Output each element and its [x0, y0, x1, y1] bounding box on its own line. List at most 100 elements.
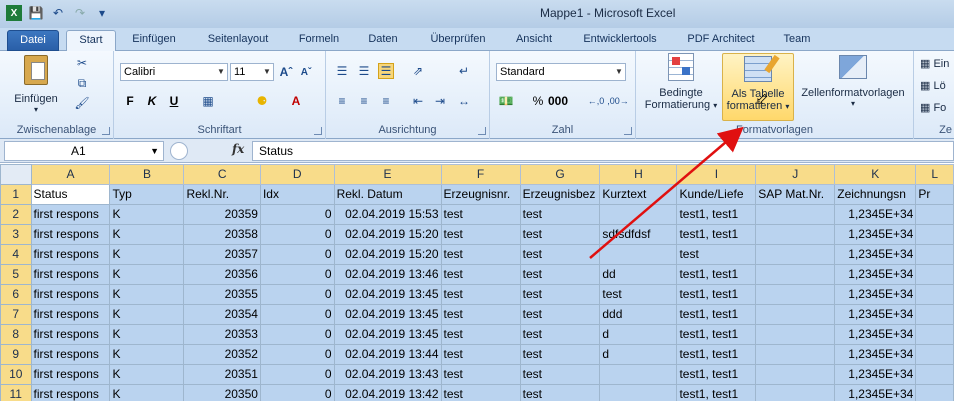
- cell[interactable]: test: [519, 244, 601, 265]
- cell[interactable]: test: [519, 384, 601, 401]
- underline-icon[interactable]: U: [166, 93, 182, 109]
- cell[interactable]: 0: [259, 304, 335, 325]
- cell[interactable]: K: [109, 364, 185, 385]
- column-header-g[interactable]: G: [519, 164, 601, 185]
- align-middle-icon[interactable]: ☰: [356, 63, 372, 79]
- cell[interactable]: [755, 224, 836, 245]
- cell[interactable]: sdfsdfdsf: [599, 224, 678, 245]
- cell[interactable]: 02.04.2019 13:42: [333, 384, 442, 401]
- cell[interactable]: [755, 244, 836, 265]
- cell[interactable]: test: [599, 284, 678, 305]
- tab-ueberpruefen[interactable]: Überprüfen: [418, 30, 498, 51]
- cell[interactable]: first respons: [30, 304, 111, 325]
- cell[interactable]: 1,2345E+34: [834, 244, 917, 265]
- align-right-icon[interactable]: ≡: [378, 93, 394, 109]
- insert-function-icon[interactable]: fx: [232, 142, 244, 156]
- cut-icon[interactable]: ✂: [74, 55, 90, 71]
- cell[interactable]: first respons: [30, 364, 111, 385]
- tab-seitenlayout[interactable]: Seitenlayout: [198, 30, 278, 51]
- cell[interactable]: [915, 384, 954, 401]
- select-all-corner[interactable]: [0, 164, 32, 185]
- column-header-b[interactable]: B: [109, 164, 185, 185]
- column-header-e[interactable]: E: [333, 164, 442, 185]
- increase-indent-icon[interactable]: ⇥: [432, 93, 448, 109]
- column-header-d[interactable]: D: [259, 164, 335, 185]
- cell[interactable]: [915, 344, 954, 365]
- column-header-l[interactable]: L: [915, 164, 954, 185]
- cell[interactable]: [915, 324, 954, 345]
- paste-button[interactable]: Einfügen ▾: [4, 55, 68, 117]
- cell[interactable]: test: [519, 224, 601, 245]
- cell[interactable]: d: [599, 324, 678, 345]
- undo-icon[interactable]: ↶: [50, 5, 66, 21]
- cell[interactable]: test1, test1: [676, 264, 757, 285]
- delete-cells-button[interactable]: ▦ Lö: [920, 79, 946, 92]
- cell[interactable]: 20357: [183, 244, 261, 265]
- cell[interactable]: test: [440, 284, 521, 305]
- cell[interactable]: 0: [259, 204, 335, 225]
- cell[interactable]: 02.04.2019 13:43: [333, 364, 442, 385]
- cell[interactable]: 02.04.2019 13:45: [333, 324, 442, 345]
- clipboard-launcher-icon[interactable]: [102, 127, 110, 135]
- cell[interactable]: 0: [259, 264, 335, 285]
- row-header[interactable]: 9: [0, 344, 32, 365]
- row-header[interactable]: 3: [0, 224, 32, 245]
- cell[interactable]: [599, 244, 678, 265]
- cell[interactable]: 20353: [183, 324, 261, 345]
- cell[interactable]: 0: [259, 284, 335, 305]
- cell[interactable]: 20356: [183, 264, 261, 285]
- percent-icon[interactable]: %: [530, 93, 546, 109]
- cell[interactable]: 0: [259, 324, 335, 345]
- cell[interactable]: [915, 284, 954, 305]
- redo-icon[interactable]: ↷: [72, 5, 88, 21]
- column-header-c[interactable]: C: [183, 164, 261, 185]
- column-header-k[interactable]: K: [834, 164, 917, 185]
- cell[interactable]: 0: [259, 224, 335, 245]
- tab-start[interactable]: Start: [66, 30, 116, 51]
- cell[interactable]: 20355: [183, 284, 261, 305]
- font-size-combo[interactable]: 11 ▼: [230, 63, 274, 81]
- row-header[interactable]: 11: [0, 384, 32, 401]
- cell[interactable]: test: [676, 244, 757, 265]
- cell[interactable]: 02.04.2019 15:20: [333, 224, 442, 245]
- cell[interactable]: [755, 204, 836, 225]
- cell[interactable]: dd: [599, 264, 678, 285]
- cell[interactable]: first respons: [30, 344, 111, 365]
- copy-icon[interactable]: ⧉: [74, 75, 90, 91]
- cell[interactable]: 1,2345E+34: [834, 384, 917, 401]
- cell[interactable]: d: [599, 344, 678, 365]
- insert-cells-button[interactable]: ▦ Ein: [920, 57, 949, 70]
- cell[interactable]: test: [440, 304, 521, 325]
- cell[interactable]: [915, 204, 954, 225]
- cell[interactable]: first respons: [30, 264, 111, 285]
- formula-input[interactable]: Status: [252, 141, 954, 161]
- cell[interactable]: 02.04.2019 15:20: [333, 244, 442, 265]
- column-header-h[interactable]: H: [599, 164, 678, 185]
- row-header[interactable]: 5: [0, 264, 32, 285]
- cell[interactable]: K: [109, 244, 185, 265]
- cell-styles-button[interactable]: Zellenformatvorlagen ▾: [796, 53, 910, 121]
- italic-icon[interactable]: K: [144, 93, 160, 109]
- cell[interactable]: [599, 384, 678, 401]
- cell[interactable]: first respons: [30, 204, 111, 225]
- tab-einfuegen[interactable]: Einfügen: [124, 30, 184, 51]
- column-header-a[interactable]: A: [30, 164, 111, 185]
- cell[interactable]: K: [109, 264, 185, 285]
- cell[interactable]: test1, test1: [676, 224, 757, 245]
- cell[interactable]: test: [440, 344, 521, 365]
- tab-datei[interactable]: Datei: [7, 30, 59, 51]
- cell[interactable]: K: [109, 224, 185, 245]
- cell[interactable]: [755, 384, 836, 401]
- save-icon[interactable]: 💾: [28, 5, 44, 21]
- cell[interactable]: 02.04.2019 13:46: [333, 264, 442, 285]
- cell[interactable]: Typ: [109, 184, 185, 205]
- cell[interactable]: [755, 364, 836, 385]
- cell[interactable]: 1,2345E+34: [834, 224, 917, 245]
- cell[interactable]: test: [440, 384, 521, 401]
- customize-qat-icon[interactable]: ▾: [94, 5, 110, 21]
- format-cells-button[interactable]: ▦ Fo: [920, 101, 946, 114]
- worksheet-grid[interactable]: ABCDEFGHIJKL 1 Status Typ Rekl.Nr. Idx Rekl. …: [0, 164, 954, 401]
- cell[interactable]: first respons: [30, 244, 111, 265]
- cell[interactable]: test1, test1: [676, 204, 757, 225]
- format-painter-icon[interactable]: 🖌: [74, 95, 90, 111]
